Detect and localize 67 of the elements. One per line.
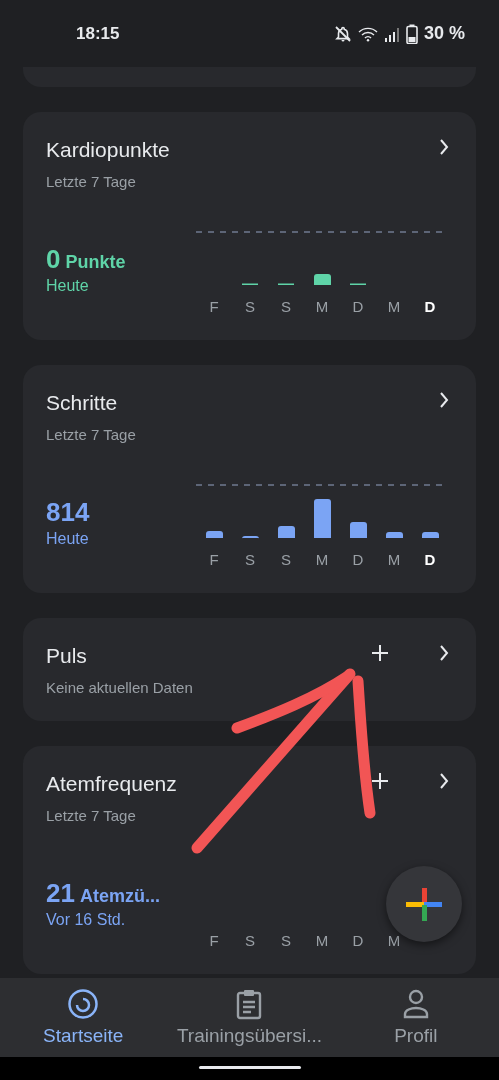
day-label: S [245, 931, 255, 951]
chart-bar [314, 274, 331, 285]
clipboard-icon [235, 988, 264, 1020]
chevron-right-icon [439, 138, 449, 156]
metric-card[interactable]: Puls Keine aktuellen Daten [23, 618, 476, 721]
card-subtitle: Letzte 7 Tage [46, 425, 136, 445]
metric-unit: Atemzü... [79, 886, 160, 907]
day-label: F [209, 297, 219, 317]
card-title: Kardiopunkte [46, 137, 170, 163]
ring-icon [67, 988, 100, 1020]
metric-value: 814 [46, 496, 90, 528]
bell-off-icon [333, 24, 352, 43]
metric-caption: Vor 16 Std. [46, 910, 127, 930]
chevron-right-icon [439, 772, 449, 790]
day-label: S [245, 550, 255, 570]
chart-bar [206, 531, 223, 538]
battery-percent: 30 % [423, 23, 465, 44]
nav-tab[interactable]: Profil [332, 978, 499, 1057]
plus-icon [371, 772, 389, 790]
signal-icon [383, 25, 400, 42]
metric-card[interactable]: Atemfrequenz Letzte 7 Tage 21 Atemzü... Vor 16 Std. F S S M D M [23, 746, 476, 974]
card-title: Puls [46, 643, 88, 669]
day-label: F [209, 550, 219, 570]
person-icon [401, 988, 430, 1020]
card-subtitle: Letzte 7 Tage [46, 806, 137, 826]
card-title: Schritte [46, 390, 119, 416]
chevron-right-icon [439, 644, 449, 662]
card-subtitle: Letzte 7 Tage [46, 172, 137, 192]
nav-tab[interactable]: Trainingsübersi... [166, 978, 333, 1057]
day-label: F [209, 931, 219, 951]
day-label: S [281, 297, 291, 317]
metric-caption: Heute [46, 529, 90, 549]
day-label: M [387, 550, 401, 570]
day-label: D [352, 550, 364, 570]
day-label: S [245, 297, 255, 317]
chevron-right-icon [439, 391, 449, 409]
day-label: M [315, 550, 329, 570]
chart-bar [422, 532, 439, 538]
metric-card[interactable]: Kardiopunkte Letzte 7 Tage 0 Punkte Heute F S S M D M D [23, 112, 476, 340]
metric-caption: Heute [46, 276, 90, 296]
card-title: Atemfrequenz [46, 771, 177, 797]
chart-bar [278, 526, 295, 538]
chart-bar [314, 499, 331, 538]
day-label: S [281, 550, 291, 570]
day-label: D [424, 297, 436, 317]
plus-icon [406, 886, 442, 922]
metric-unit: Punkte [65, 252, 126, 273]
metric-card[interactable]: Schritte Letzte 7 Tage 814 Heute F S S M D M D [23, 365, 476, 593]
day-label: D [352, 931, 364, 951]
day-label: M [387, 931, 401, 951]
chart-bar [242, 536, 259, 539]
plus-icon [371, 644, 389, 662]
wifi-icon [357, 25, 378, 42]
card-subtitle: Keine aktuellen Daten [46, 678, 193, 698]
chart-bar [350, 522, 367, 538]
chart-bar [386, 532, 403, 538]
metric-value: 21 [46, 877, 75, 909]
metric-value: 0 [46, 243, 61, 275]
day-label: M [387, 297, 401, 317]
battery-icon [405, 23, 418, 44]
day-label: D [352, 297, 364, 317]
day-label: D [424, 550, 436, 570]
clock-time: 18:15 [76, 23, 120, 44]
day-label: S [281, 931, 291, 951]
day-label: M [315, 931, 329, 951]
nav-tab[interactable]: Startseite [0, 978, 167, 1057]
day-label: M [315, 297, 329, 317]
